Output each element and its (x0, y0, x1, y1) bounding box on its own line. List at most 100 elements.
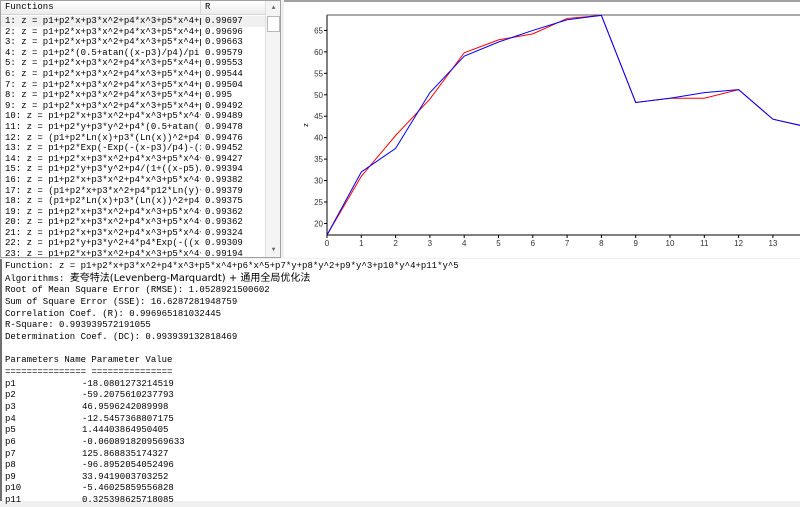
correlation-line: Correlation Coef. (R): 0.996965181032445 (5, 308, 222, 319)
algorithms-label: Algorithms: (5, 273, 70, 284)
list-item[interactable]: 19: z = p1+p2*x+p3*x^2+p4*x^3+p5*x^4+...… (1, 207, 266, 218)
parameter-value: 46.9596242089998 (82, 401, 169, 412)
y-tick-label: 35 (314, 155, 323, 164)
parameter-name: p6 (5, 436, 16, 447)
r-cell: 0.99579 (205, 47, 243, 58)
function-cell: 7: z = p1+p2*x+p3*x^2+p4*x^3+p5*x^4+p... (5, 79, 201, 90)
list-item[interactable]: 10: z = p1+p2*x+p3*x^2+p4*x^3+p5*x^4+...… (1, 111, 266, 122)
vertical-scrollbar[interactable]: ▲ ▼ (265, 1, 280, 257)
parameter-value: -96.8952054052496 (82, 460, 174, 471)
list-item[interactable]: 4: z = p1+p2*(0.5+atan((x-p3)/p4)/pi)...… (1, 48, 266, 59)
parameter-name: p3 (5, 401, 16, 412)
x-tick-label: 10 (666, 239, 675, 248)
list-item[interactable]: 5: z = p1+p2*x+p3*x^2+p4*x^3+p5*x^4+p...… (1, 58, 266, 69)
parameters-header: Parameters Name Parameter Value (5, 355, 173, 366)
y-tick-label: 55 (314, 69, 323, 78)
function-cell: 23: z = p1+p2*x+p3*x^2+p4*x^3+p5*x^4+... (5, 249, 201, 258)
r-cell: 0.99452 (205, 143, 243, 154)
r-cell: 0.99309 (205, 238, 243, 249)
r-cell: 0.99697 (205, 16, 243, 26)
parameter-name: p10 (5, 483, 22, 494)
x-tick-label: 13 (768, 239, 777, 248)
r-cell: 0.99379 (205, 185, 243, 196)
list-item[interactable]: 8: z = p1+p2*x+p3*x^2+p4*x^3+p5*x^4+p...… (1, 90, 266, 101)
r-cell: 0.99663 (205, 37, 243, 48)
r-cell: 0.99504 (205, 79, 243, 90)
list-item[interactable]: 16: z = p1+p2*x+p3*x^2+p4*x^3+p5*x^4+...… (1, 175, 266, 186)
parameter-name: p5 (5, 425, 16, 436)
r-cell: 0.99382 (205, 174, 243, 185)
series-line-fitted (327, 15, 800, 235)
r-cell: 0.99375 (205, 196, 243, 207)
parameter-value: 1.44403864950405 (82, 425, 169, 436)
function-cell: 2: z = p1+p2*x+p3*x^2+p4*x^3+p5*x^4+p... (5, 26, 201, 37)
scroll-thumb[interactable] (267, 16, 280, 32)
list-item[interactable]: 3: z = p1+p2*x+p3*x^2+p4*x^3+p5*x^4+p...… (1, 37, 266, 48)
y-tick-label: 65 (314, 26, 323, 35)
sse-line: Sum of Square Error (SSE): 16.6287281948… (5, 296, 238, 307)
function-list[interactable]: Functions R 1: z = p1+p2*x+p3*x^2+p4*x^3… (0, 0, 281, 258)
function-cell: 22: z = p1+p2*y+p3*y^2+4*p4*Exp(-((x-... (5, 238, 201, 249)
y-tick-label: 45 (314, 112, 323, 121)
function-cell: 12: z = (p1+p2*Ln(x)+p3*(Ln(x))^2+p4*... (5, 132, 201, 143)
function-cell: 18: z = (p1+p2*Ln(x)+p3*(Ln(x))^2+p4*... (5, 196, 201, 207)
y-tick-label: 40 (314, 134, 323, 143)
parameter-row: p10 -5.46025859556828 (5, 483, 800, 495)
parameter-row: p1 -18.0801273214519 (5, 379, 800, 391)
x-tick-label: 1 (359, 239, 364, 248)
list-item[interactable]: 7: z = p1+p2*x+p3*x^2+p4*x^3+p5*x^4+p...… (1, 80, 266, 91)
r-cell: 0.99362 (205, 217, 243, 228)
algorithms-line: Algorithms: 麦夸特法(Levenberg-Marquardt) + … (5, 273, 800, 286)
parameter-list: p1 -18.0801273214519 p2 -59.2075610237793 p3… (5, 379, 800, 507)
list-item[interactable]: 15: z = p1+p2*y+p3*y^2+p4/(1+((x-p5)/...… (1, 164, 266, 175)
parameter-row: p4 -12.5457368807175 (5, 414, 800, 426)
scroll-up-arrow-icon[interactable]: ▲ (266, 1, 280, 15)
series-line-observed (327, 15, 800, 235)
list-rows: 1: z = p1+p2*x+p3*x^2+p4*x^3+p5*x^4+p...… (1, 16, 266, 258)
separator-line: =============== =============== (5, 366, 173, 377)
list-item[interactable]: 21: z = p1+p2*x+p3*x^2+p4*x^3+p5*x^4+...… (1, 228, 266, 239)
list-item[interactable]: 12: z = (p1+p2*Ln(x)+p3*(Ln(x))^2+p4*...… (1, 133, 266, 144)
x-tick-label: 6 (531, 239, 536, 248)
parameter-row: p7 125.868835174327 (5, 449, 800, 461)
list-item[interactable]: 18: z = (p1+p2*Ln(x)+p3*(Ln(x))^2+p4*...… (1, 196, 266, 207)
function-cell: 5: z = p1+p2*x+p3*x^2+p4*x^3+p5*x^4+p... (5, 58, 201, 69)
list-item[interactable]: 14: z = p1+p2*x+p3*x^2+p4*x^3+p5*x^4+...… (1, 154, 266, 165)
x-tick-label: 4 (462, 239, 467, 248)
list-item[interactable]: 13: z = p1+p2*Exp(-Exp(-(x-p3)/p4)-(x...… (1, 143, 266, 154)
function-cell: 16: z = p1+p2*x+p3*x^2+p4*x^3+p5*x^4+... (5, 174, 201, 185)
parameter-value: -12.5457368807175 (82, 413, 174, 424)
y-tick-label: 60 (314, 48, 323, 57)
parameter-value: -59.2075610237793 (82, 390, 174, 401)
x-tick-label: 5 (496, 239, 501, 248)
list-item[interactable]: 6: z = p1+p2*x+p3*x^2+p4*x^3+p5*x^4+p...… (1, 69, 266, 80)
list-item[interactable]: 11: z = p1+p2*y+p3*y^2+p4*(0.5+atan((...… (1, 122, 266, 133)
list-item[interactable]: 17: z = (p1+p2*x+p3*x^2+p4*p12*Ln(y)+...… (1, 186, 266, 197)
function-cell: 10: z = p1+p2*x+p3*x^2+p4*x^3+p5*x^4+... (5, 111, 201, 122)
y-tick-label: 50 (314, 91, 323, 100)
list-item[interactable]: 23: z = p1+p2*x+p3*x^2+p4*x^3+p5*x^4+...… (1, 249, 266, 258)
list-item[interactable]: 22: z = p1+p2*y+p3*y^2+4*p4*Exp(-((x-...… (1, 238, 266, 249)
r-cell: 0.99696 (205, 26, 243, 37)
x-tick-label: 3 (428, 239, 433, 248)
list-item[interactable]: 20: z = p1+p2*x+p3*x^2+p4*x^3+p5*x^4+...… (1, 217, 266, 228)
result-output[interactable]: Function: z = p1+p2*x+p3*x^2+p4*x^3+p5*x… (0, 259, 800, 505)
list-item[interactable]: 2: z = p1+p2*x+p3*x^2+p4*x^3+p5*x^4+p...… (1, 27, 266, 38)
function-cell: 20: z = p1+p2*x+p3*x^2+p4*x^3+p5*x^4+... (5, 217, 201, 228)
column-header-functions[interactable]: Functions (1, 1, 201, 15)
parameter-row: p6 -0.0608918209569633 (5, 437, 800, 449)
r-cell: 0.99394 (205, 164, 243, 175)
r-cell: 0.99194 (205, 249, 243, 258)
algorithms-value: 麦夸特法(Levenberg-Marquardt) + 通用全局优化法 (69, 272, 311, 284)
x-tick-label: 2 (393, 239, 398, 248)
determination-line: Determination Coef. (DC): 0.993939132818… (5, 331, 238, 342)
r-cell: 0.99489 (205, 111, 243, 122)
function-cell: 13: z = p1+p2*Exp(-Exp(-(x-p3)/p4)-(x... (5, 143, 201, 154)
scroll-down-arrow-icon[interactable]: ▼ (266, 243, 280, 257)
column-header-r[interactable]: R (201, 1, 266, 15)
y-tick-label: 30 (314, 177, 323, 186)
list-item[interactable]: 9: z = p1+p2*x+p3*x^2+p4*x^3+p5*x^4+p...… (1, 101, 266, 112)
x-tick-label: 0 (325, 239, 330, 248)
function-line: Function: z = p1+p2*x+p3*x^2+p4*x^3+p5*x… (5, 261, 459, 271)
list-item[interactable]: 1: z = p1+p2*x+p3*x^2+p4*x^3+p5*x^4+p...… (1, 16, 266, 27)
